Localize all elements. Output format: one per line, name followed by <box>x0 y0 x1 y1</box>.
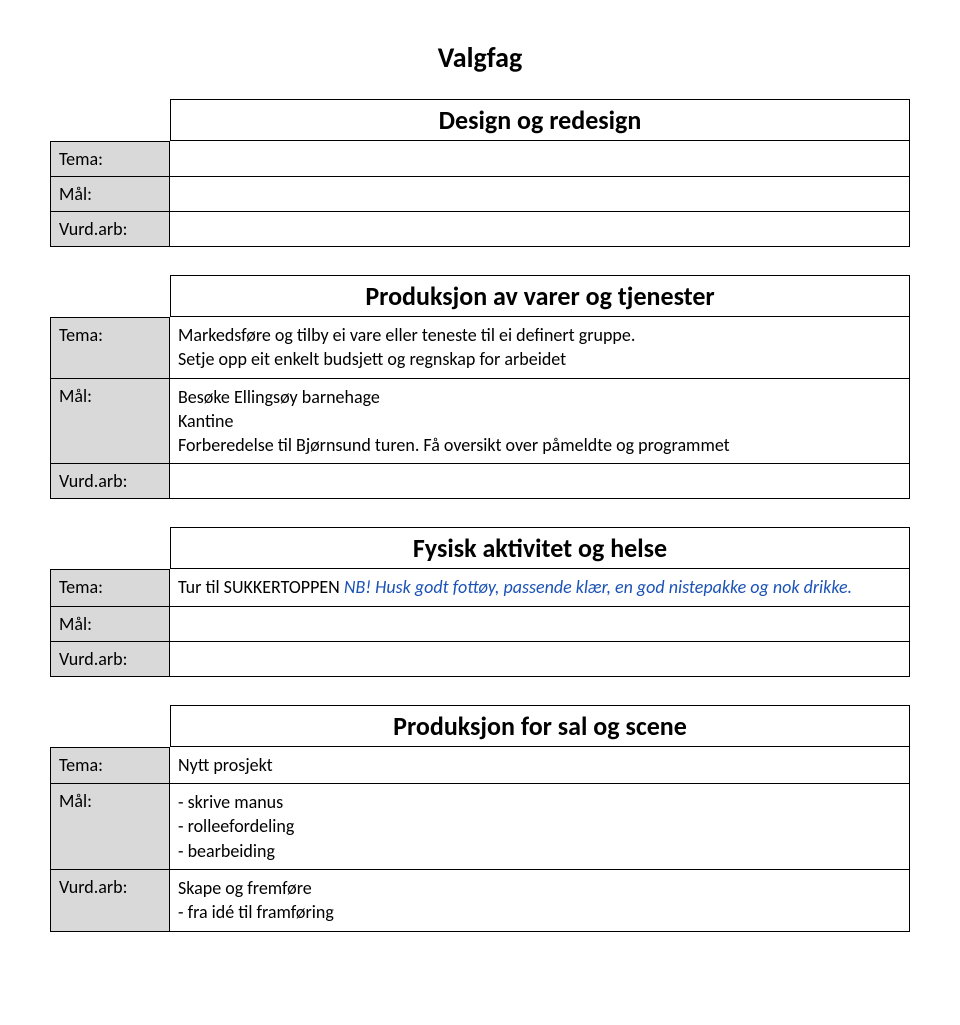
section-1-vurd <box>170 464 910 499</box>
section-1-mal-line-1: Kantine <box>178 409 901 433</box>
section-3-vurd-line-1: - fra idé til framføring <box>178 900 901 924</box>
section-1: Produksjon av varer og tjenester Tema: M… <box>50 275 910 499</box>
section-2-label-vurd: Vurd.arb: <box>50 642 170 677</box>
section-0-tema <box>170 141 910 177</box>
section-1-label-vurd: Vurd.arb: <box>50 464 170 499</box>
section-1-tema-line-0: Markedsføre og tilby ei vare eller tenes… <box>178 323 901 347</box>
section-3-label-mal: Mål: <box>50 784 170 870</box>
section-1-mal: Besøke Ellingsøy barnehage Kantine Forbe… <box>170 379 910 465</box>
section-3: Produksjon for sal og scene Tema: Nytt p… <box>50 705 910 932</box>
section-3-label-vurd: Vurd.arb: <box>50 870 170 932</box>
section-3-tema: Nytt prosjekt <box>170 747 910 784</box>
section-1-heading: Produksjon av varer og tjenester <box>170 275 910 317</box>
section-1-label-mal: Mål: <box>50 379 170 465</box>
section-0-heading: Design og redesign <box>170 99 910 141</box>
section-3-label-tema: Tema: <box>50 747 170 784</box>
section-3-vurd-line-0: Skape og fremføre <box>178 876 901 900</box>
section-0-label-vurd: Vurd.arb: <box>50 212 170 247</box>
section-1-mal-line-0: Besøke Ellingsøy barnehage <box>178 385 901 409</box>
section-0-label-tema: Tema: <box>50 141 170 177</box>
section-3-mal: - skrive manus - rolleefordeling - bearb… <box>170 784 910 870</box>
section-0: Design og redesign Tema: Mål: Vurd.arb: <box>50 99 910 247</box>
section-1-mal-line-2: Forberedelse til Bjørnsund turen. Få ove… <box>178 433 901 457</box>
section-2-mal <box>170 607 910 642</box>
section-3-mal-line-0: - skrive manus <box>178 790 901 814</box>
section-2-vurd <box>170 642 910 677</box>
section-3-heading: Produksjon for sal og scene <box>170 705 910 747</box>
section-2-label-mal: Mål: <box>50 607 170 642</box>
page-title: Valgfag <box>50 40 910 75</box>
section-3-mal-line-2: - bearbeiding <box>178 839 901 863</box>
section-2: Fysisk aktivitet og helse Tema: Tur til … <box>50 527 910 676</box>
section-3-mal-line-1: - rolleefordeling <box>178 814 901 838</box>
section-2-tema: Tur til SUKKERTOPPEN NB! Husk godt fottø… <box>170 569 910 606</box>
section-0-label-mal: Mål: <box>50 177 170 212</box>
section-2-label-tema: Tema: <box>50 569 170 606</box>
section-0-vurd <box>170 212 910 247</box>
section-0-mal <box>170 177 910 212</box>
section-2-tema-text: Tur til SUKKERTOPPEN <box>178 576 344 598</box>
section-1-tema-line-1: Setje opp eit enkelt budsjett og regnska… <box>178 347 901 371</box>
section-1-label-tema: Tema: <box>50 317 170 379</box>
section-2-heading: Fysisk aktivitet og helse <box>170 527 910 569</box>
section-3-vurd: Skape og fremføre - fra idé til framføri… <box>170 870 910 932</box>
section-2-tema-note: NB! Husk godt fottøy, passende klær, en … <box>344 576 852 598</box>
section-1-tema: Markedsføre og tilby ei vare eller tenes… <box>170 317 910 379</box>
